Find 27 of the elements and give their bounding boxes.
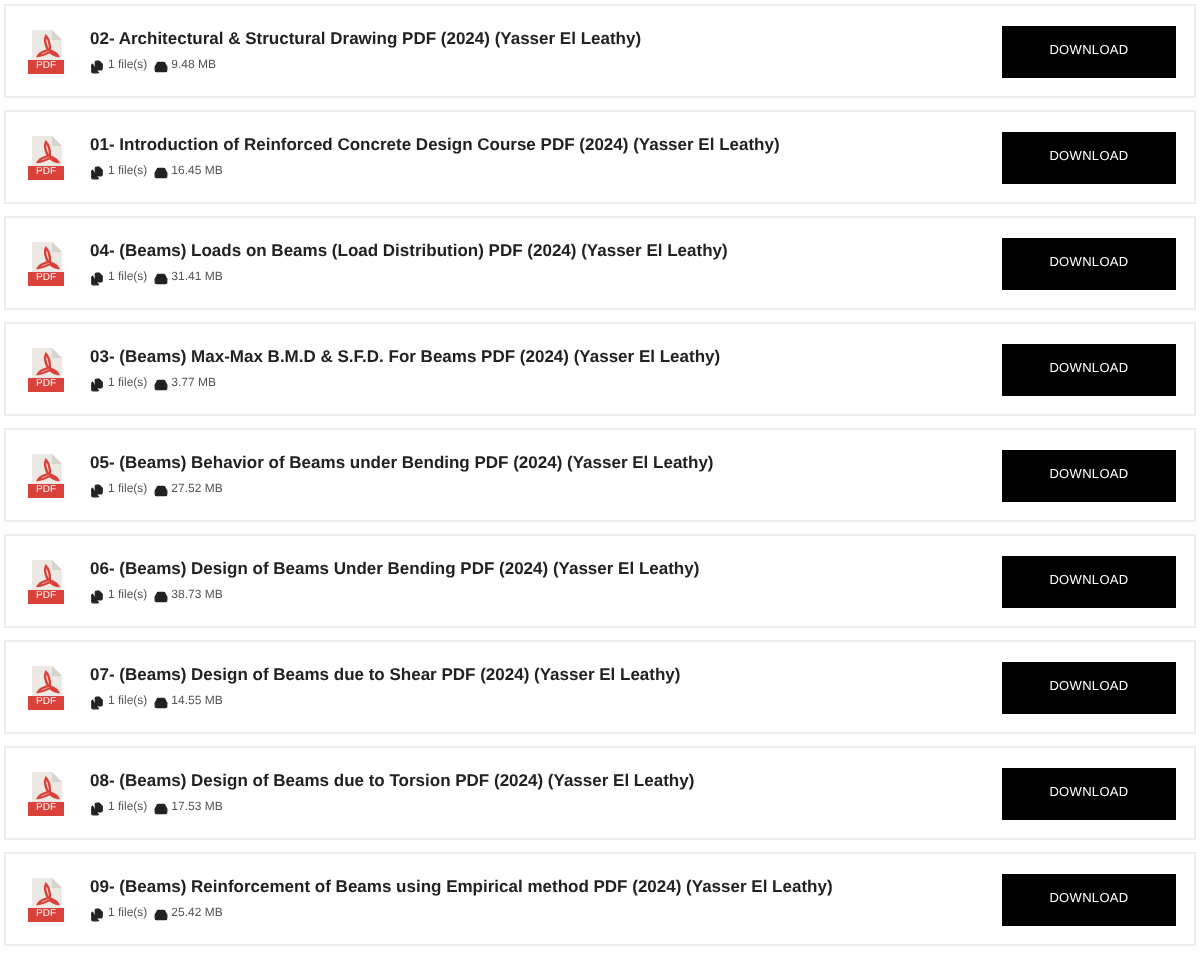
- files-icon: [90, 59, 104, 74]
- file-title: 09- (Beams) Reinforcement of Beams using Empirical method PDF (2024) (Yasser El Leathy): [90, 874, 835, 900]
- file-title: 07- (Beams) Design of Beams due to Shear PDF (2024) (Yasser El Leathy): [90, 662, 683, 688]
- hard-drive-icon: [153, 377, 168, 392]
- files-icon: [90, 801, 104, 816]
- file-title: 08- (Beams) Design of Beams due to Torsion PDF (2024) (Yasser El Leathy): [90, 768, 697, 794]
- file-title: 04- (Beams) Loads on Beams (Load Distribution) PDF (2024) (Yasser El Leathy): [90, 238, 730, 264]
- hard-drive-icon: [153, 589, 168, 604]
- hard-drive-icon: [153, 165, 168, 180]
- file-title: 06- (Beams) Design of Beams Under Bending PDF (2024) (Yasser El Leathy): [90, 556, 702, 582]
- file-title: 02- Architectural & Structural Drawing PDF (2024) (Yasser El Leathy): [90, 26, 644, 52]
- files-icon: [90, 907, 104, 922]
- file-title: 01- Introduction of Reinforced Concrete Design Course PDF (2024) (Yasser El Leathy): [90, 132, 782, 158]
- files-icon: [90, 695, 104, 710]
- file-title: 03- (Beams) Max-Max B.M.D & S.F.D. For Beams PDF (2024) (Yasser El Leathy): [90, 344, 723, 370]
- files-icon: [90, 589, 104, 604]
- files-icon: [90, 271, 104, 286]
- hard-drive-icon: [153, 695, 168, 710]
- hard-drive-icon: [153, 801, 168, 816]
- files-icon: [90, 483, 104, 498]
- hard-drive-icon: [153, 271, 168, 286]
- hard-drive-icon: [153, 907, 168, 922]
- hard-drive-icon: [153, 59, 168, 74]
- files-icon: [90, 165, 104, 180]
- file-title: 05- (Beams) Behavior of Beams under Bending PDF (2024) (Yasser El Leathy): [90, 450, 716, 476]
- hard-drive-icon: [153, 483, 168, 498]
- files-icon: [90, 377, 104, 392]
